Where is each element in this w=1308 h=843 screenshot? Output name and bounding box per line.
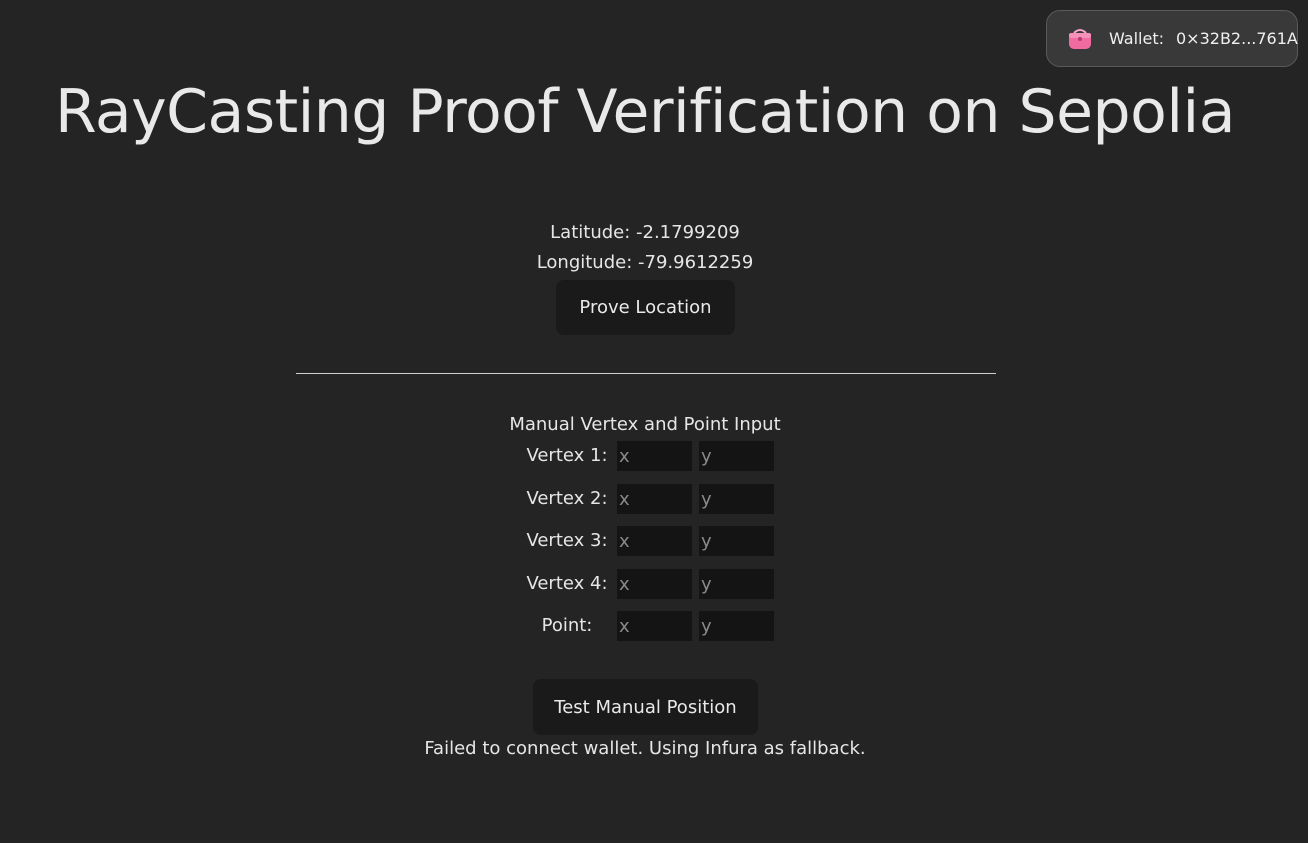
vertex-2-x-input[interactable] <box>617 484 692 514</box>
wallet-purse-icon <box>1067 27 1093 51</box>
vertex-4-y-input[interactable] <box>699 569 774 599</box>
vertex-3-row: Vertex 3: <box>520 526 780 556</box>
latitude-readout: Latitude: -2.1799209 <box>550 222 740 243</box>
point-label: Point: <box>541 615 593 636</box>
wallet-status-pill[interactable]: Wallet: 0×32B2...761A <box>1046 10 1298 67</box>
page-title: RayCasting Proof Verification on Sepolia <box>55 77 1235 147</box>
vertex-4-x-input[interactable] <box>617 569 692 599</box>
vertex-2-row: Vertex 2: <box>520 484 780 514</box>
manual-input-heading: Manual Vertex and Point Input <box>509 414 781 435</box>
vertex-3-y-input[interactable] <box>699 526 774 556</box>
vertex-1-label: Vertex 1: <box>526 445 608 466</box>
section-divider <box>296 373 996 374</box>
wallet-label: Wallet: <box>1109 29 1164 48</box>
point-y-input[interactable] <box>699 611 774 641</box>
test-manual-position-button[interactable]: Test Manual Position <box>533 679 758 735</box>
wallet-address: 0×32B2...761A <box>1176 29 1298 48</box>
vertex-1-y-input[interactable] <box>699 441 774 471</box>
vertex-3-label: Vertex 3: <box>526 530 608 551</box>
longitude-readout: Longitude: -79.9612259 <box>536 252 754 273</box>
vertex-2-label: Vertex 2: <box>526 488 608 509</box>
vertex-1-row: Vertex 1: <box>520 441 780 471</box>
vertex-3-x-input[interactable] <box>617 526 692 556</box>
status-message: Failed to connect wallet. Using Infura a… <box>424 738 866 759</box>
vertex-2-y-input[interactable] <box>699 484 774 514</box>
vertex-1-x-input[interactable] <box>617 441 692 471</box>
prove-location-button[interactable]: Prove Location <box>556 280 735 335</box>
point-row: Point: <box>520 611 780 641</box>
vertex-4-row: Vertex 4: <box>520 569 780 599</box>
point-x-input[interactable] <box>617 611 692 641</box>
vertex-4-label: Vertex 4: <box>526 573 608 594</box>
